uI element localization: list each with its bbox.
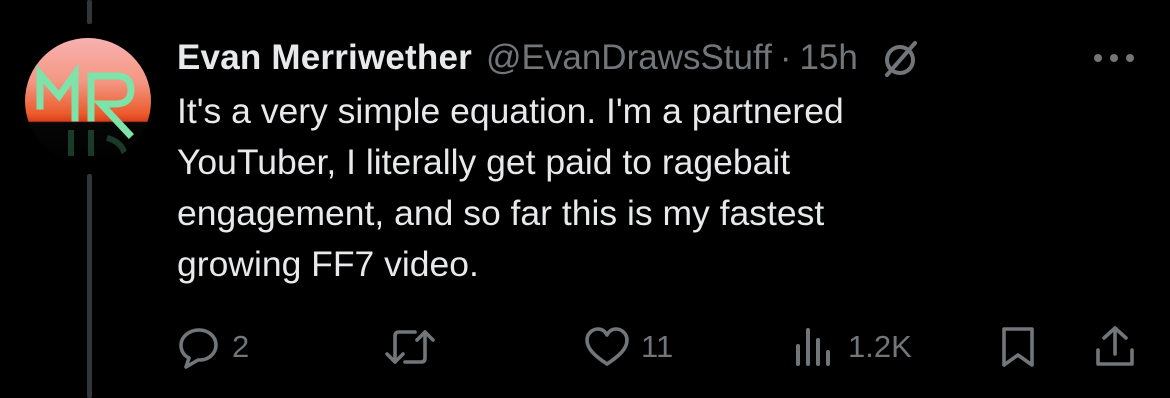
share-button[interactable] [1093,322,1137,372]
author-display-name[interactable]: Evan Merriwether [177,38,472,78]
reply-icon [179,328,218,369]
views-button[interactable]: 1.2K [792,322,912,372]
post-text: It's a very simple equation. I'm a partn… [177,91,844,284]
share-icon [1096,326,1134,366]
avatar-image [25,38,151,164]
like-count: 11 [641,329,674,364]
avatar[interactable] [25,38,151,164]
bookmark-icon [1002,327,1034,367]
retweet-icon [385,330,435,364]
separator-dot: · [779,38,792,77]
thread-line-top [87,0,92,24]
views-bars-icon [796,328,830,366]
post-timestamp[interactable]: 15h [799,38,857,78]
reply-button[interactable]: 2 [176,322,249,372]
bookmark-button[interactable] [998,322,1038,372]
action-bar: 2 11 1.2K [0,322,1170,372]
post-header: Evan Merriwether @EvanDrawsStuff · 15h [177,36,920,80]
retweet-button[interactable] [383,322,447,372]
like-button[interactable]: 11 [583,322,673,372]
heart-icon [585,327,629,366]
author-handle[interactable]: @EvanDrawsStuff [486,38,772,78]
views-count: 1.2K [848,329,912,364]
muted-circle-slash-icon [880,38,920,78]
reply-count: 2 [232,329,250,364]
more-dots-icon[interactable] [1090,48,1138,68]
